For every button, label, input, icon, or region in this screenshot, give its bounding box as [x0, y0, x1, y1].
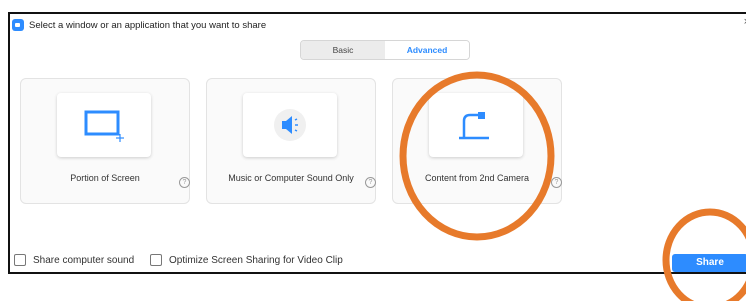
card-label: Music or Computer Sound Only: [228, 173, 354, 183]
camera-icon: [459, 112, 489, 140]
share-dialog: Select a window or an application that y…: [8, 12, 746, 274]
share-sound-label: Share computer sound: [33, 254, 135, 266]
card-label: Portion of Screen: [70, 173, 140, 183]
card-portion-of-screen[interactable]: Portion of Screen ?: [20, 78, 190, 204]
optimize-video-checkbox[interactable]: [150, 254, 162, 266]
card-label: Content from 2nd Camera: [424, 173, 530, 183]
dialog-footer: Share computer sound Optimize Screen Sha…: [10, 248, 746, 274]
optimize-video-option[interactable]: Optimize Screen Sharing for Video Clip: [150, 254, 343, 266]
title-bar: Select a window or an application that y…: [12, 16, 266, 34]
share-button[interactable]: Share: [672, 254, 746, 272]
portion-screen-icon: [84, 110, 124, 142]
tab-group: Basic Advanced: [300, 40, 470, 60]
card-music-or-computer-sound[interactable]: Music or Computer Sound Only ?: [206, 78, 376, 204]
tab-basic[interactable]: Basic: [301, 41, 385, 59]
icon-tile: [57, 93, 151, 157]
share-sound-checkbox[interactable]: [14, 254, 26, 266]
help-icon[interactable]: ?: [551, 177, 562, 188]
tab-advanced[interactable]: Advanced: [385, 41, 469, 59]
help-icon[interactable]: ?: [365, 177, 376, 188]
window-title: Select a window or an application that y…: [29, 19, 267, 31]
optimize-video-label: Optimize Screen Sharing for Video Clip: [169, 254, 343, 266]
icon-tile: [429, 93, 523, 157]
help-icon[interactable]: ?: [179, 177, 190, 188]
speaker-icon: [274, 109, 306, 141]
share-sound-option[interactable]: Share computer sound: [14, 254, 134, 266]
icon-tile: [243, 93, 337, 157]
card-2nd-camera[interactable]: Content from 2nd Camera ?: [392, 78, 562, 204]
zoom-app-icon: [12, 19, 24, 31]
